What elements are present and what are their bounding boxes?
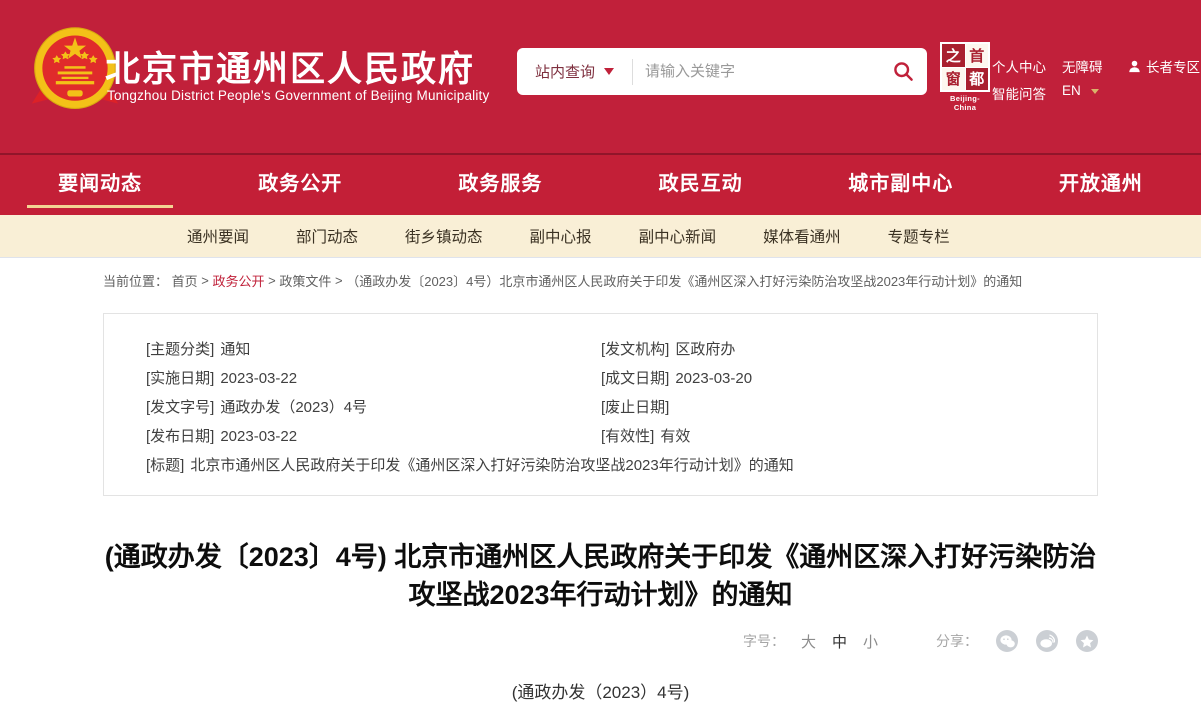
meta-field-subject: [主题分类]通知 — [146, 335, 601, 364]
breadcrumb-zhengwu-gongkai[interactable]: 政务公开 — [213, 274, 265, 289]
nav-item-kaifang-tongzhou[interactable]: 开放通州 — [1001, 155, 1201, 215]
nav-item-zhengwu-fuwu[interactable]: 政务服务 — [400, 155, 600, 215]
main-nav: 要闻动态 政务公开 政务服务 政民互动 城市副中心 开放通州 — [0, 153, 1201, 215]
capital-window-char: 窗 — [942, 68, 965, 91]
capital-window-logo[interactable]: 之 首 窗 都 Beijing-China — [940, 42, 990, 112]
meta-field-implementation-date: [实施日期]2023-03-22 — [146, 364, 601, 393]
breadcrumb-separator: > — [335, 273, 343, 288]
caret-down-icon — [1091, 89, 1099, 94]
meta-field-validity: [有效性]有效 — [601, 422, 1067, 451]
site-title: 北京市通州区人民政府 — [105, 41, 475, 92]
nav-item-zhengmin-hudong[interactable]: 政民互动 — [601, 155, 801, 215]
breadcrumb: 当前位置： 首页 > 政务公开 > 政策文件 > （通政办发〔2023〕4号）北… — [103, 271, 1201, 290]
nav-item-yaowen-dongtai[interactable]: 要闻动态 — [0, 155, 200, 215]
document-metadata-box: [主题分类]通知 [发文机构]区政府办 [实施日期]2023-03-22 [成文… — [103, 313, 1098, 496]
breadcrumb-label: 当前位置： — [103, 274, 168, 289]
share-weibo-button[interactable] — [1036, 630, 1058, 652]
site-header: 北京市通州区人民政府 Tongzhou District People's Go… — [0, 0, 1201, 153]
caret-down-icon — [604, 68, 614, 75]
sub-nav: 通州要闻 部门动态 街乡镇动态 副中心报 副中心新闻 媒体看通州 专题专栏 — [0, 215, 1201, 258]
font-size-label: 字号： — [743, 631, 785, 651]
breadcrumb-separator: > — [201, 273, 209, 288]
article-controls: 字号： 大 中 小 分享： — [0, 628, 1201, 654]
meta-field-title: [标题]北京市通州区人民政府关于印发《通州区深入打好污染防治攻坚战2023年行动… — [146, 451, 1067, 480]
site-subtitle: Tongzhou District People's Government of… — [107, 88, 489, 103]
breadcrumb-separator: > — [268, 273, 276, 288]
search-scope-label: 站内查询 — [535, 61, 595, 82]
link-senior-zone-label: 长者专区 — [1146, 56, 1200, 76]
document-number: (通政办发（2023）4号) — [0, 678, 1201, 703]
breadcrumb-zhengce-wenjian[interactable]: 政策文件 — [279, 274, 331, 289]
article-title: (通政办发〔2023〕4号) 北京市通州区人民政府关于印发《通州区深入打好污染防… — [96, 538, 1106, 614]
link-accessibility[interactable]: 无障碍 — [1062, 56, 1103, 76]
capital-window-char: 之 — [942, 44, 965, 67]
subnav-item-jiexiangzhen[interactable]: 街乡镇动态 — [405, 225, 483, 247]
capital-window-grid: 之 首 窗 都 — [940, 42, 990, 92]
share-wechat-button[interactable] — [996, 630, 1018, 652]
meta-field-signing-date: [成文日期]2023-03-20 — [601, 364, 1067, 393]
subnav-item-zhuanti-zhuanlan[interactable]: 专题专栏 — [888, 225, 950, 247]
search-bar: 站内查询 — [517, 48, 927, 95]
subnav-item-fuzhongxin-bao[interactable]: 副中心报 — [530, 225, 592, 247]
link-english-label: EN — [1062, 83, 1081, 98]
search-input[interactable] — [633, 52, 879, 92]
link-smart-qa[interactable]: 智能问答 — [992, 83, 1046, 103]
meta-field-issuing-agency: [发文机构]区政府办 — [601, 335, 1067, 364]
breadcrumb-home[interactable]: 首页 — [172, 274, 198, 289]
capital-window-char: 都 — [966, 68, 989, 91]
person-icon — [1128, 60, 1141, 73]
breadcrumb-current: （通政办发〔2023〕4号）北京市通州区人民政府关于印发《通州区深入打好污染防治… — [346, 274, 1022, 289]
star-icon — [1080, 635, 1094, 648]
capital-window-caption: Beijing-China — [940, 94, 990, 112]
meta-field-publish-date: [发布日期]2023-03-22 — [146, 422, 601, 451]
weibo-icon — [1040, 634, 1055, 648]
meta-field-document-number: [发文字号]通政办发（2023）4号 — [146, 393, 601, 422]
capital-window-char: 首 — [966, 44, 989, 67]
link-senior-zone[interactable]: 长者专区 — [1128, 56, 1200, 76]
subnav-item-bumen-dongtai[interactable]: 部门动态 — [296, 225, 358, 247]
share-favorite-button[interactable] — [1076, 630, 1098, 652]
wechat-icon — [1000, 635, 1015, 648]
font-size-large[interactable]: 大 — [801, 631, 816, 652]
link-personal-center[interactable]: 个人中心 — [992, 56, 1046, 76]
search-scope-dropdown[interactable]: 站内查询 — [517, 59, 633, 85]
link-english-toggle[interactable]: EN — [1062, 83, 1099, 98]
subnav-item-fuzhongxin-xinwen[interactable]: 副中心新闻 — [639, 225, 717, 247]
search-button[interactable] — [879, 48, 927, 95]
nav-item-chengshi-fuzhongxin[interactable]: 城市副中心 — [801, 155, 1001, 215]
subnav-item-meitikan-tongzhou[interactable]: 媒体看通州 — [763, 225, 841, 247]
font-size-small[interactable]: 小 — [863, 631, 878, 652]
font-size-medium[interactable]: 中 — [832, 631, 847, 652]
search-icon — [893, 61, 914, 82]
subnav-item-tongzhou-yaowen[interactable]: 通州要闻 — [187, 225, 249, 247]
meta-field-repeal-date: [废止日期] — [601, 393, 1067, 422]
share-label: 分享： — [936, 631, 978, 651]
nav-item-zhengwu-gongkai[interactable]: 政务公开 — [200, 155, 400, 215]
